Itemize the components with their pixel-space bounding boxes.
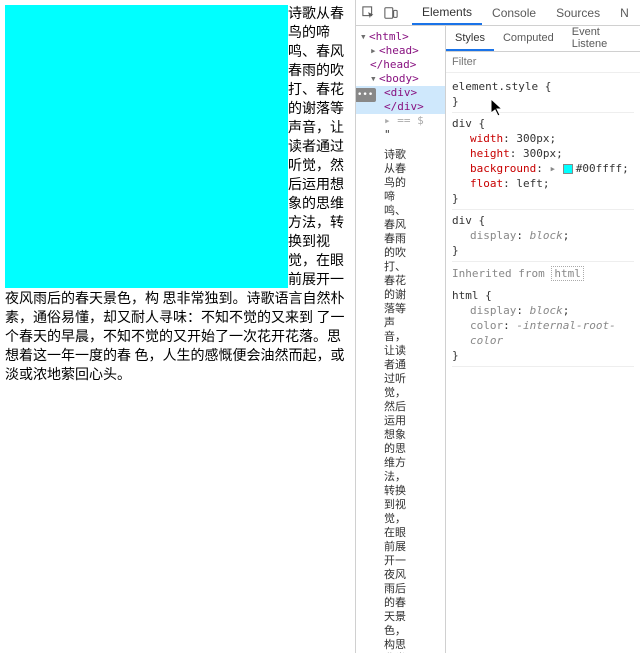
inherited-from: Inherited from html	[452, 262, 634, 285]
tab-elements[interactable]: Elements	[412, 0, 482, 25]
page-viewport: 诗歌从春鸟的啼鸣、春风春雨的吹打、春花的谢落等声音，让读者通过听觉，然后运用想象…	[0, 0, 355, 653]
tree-head-open[interactable]: <head>	[379, 44, 419, 57]
devtools-main-tabs: Elements Console Sources N	[412, 0, 639, 25]
tab-computed[interactable]: Computed	[494, 26, 563, 51]
styles-filter-input[interactable]	[446, 52, 640, 72]
inspect-icon[interactable]	[362, 5, 376, 21]
rule-div-local[interactable]: div { width: 300px; height: 300px; backg…	[452, 113, 634, 210]
tree-body[interactable]: <body>	[379, 72, 419, 85]
tab-event-listeners[interactable]: Event Listene	[563, 26, 640, 51]
tree-text-quote: "	[356, 128, 445, 142]
tree-html[interactable]: <html>	[369, 30, 409, 43]
tab-sources[interactable]: Sources	[546, 0, 610, 25]
styles-tabs: Styles Computed Event Listene	[446, 26, 640, 52]
tree-ellipsis-icon: •••	[356, 88, 376, 102]
tree-div-close[interactable]: </div>	[384, 100, 424, 113]
styles-rules: element.style { } div { width: 300px; he…	[446, 73, 640, 370]
elements-tree[interactable]: ▾<html> ▸<head> </head> ▾<body> ••• <div…	[356, 26, 446, 653]
devtools-toolbar: Elements Console Sources N	[356, 0, 640, 26]
devtools-body: ▾<html> ▸<head> </head> ▾<body> ••• <div…	[356, 26, 640, 653]
devtools-panel: Elements Console Sources N ▾<html> ▸<hea…	[355, 0, 640, 653]
styles-filter-row	[446, 52, 640, 73]
device-toggle-icon[interactable]	[384, 5, 398, 21]
styles-panel: Styles Computed Event Listene element.st…	[446, 26, 640, 653]
rule-element-style[interactable]: element.style { }	[452, 76, 634, 113]
cyan-div[interactable]	[5, 5, 288, 288]
color-swatch-icon[interactable]	[563, 164, 573, 174]
tree-div-open[interactable]: <div>	[384, 86, 417, 99]
tab-styles[interactable]: Styles	[446, 26, 494, 51]
tab-console[interactable]: Console	[482, 0, 546, 25]
tree-eq: ▸ == $	[356, 114, 445, 128]
rule-div-ua[interactable]: div { display: block; }	[452, 210, 634, 262]
tree-text-node[interactable]: 诗歌从春鸟的啼鸣、春风春雨的吹打、春花的谢落等声音，让读者通过听觉，然后运用想象…	[356, 148, 416, 653]
tab-more[interactable]: N	[610, 0, 639, 25]
rule-html-ua[interactable]: html { display: block; color: -internal-…	[452, 285, 634, 367]
inherited-link[interactable]: html	[551, 266, 584, 281]
tree-head-close[interactable]: </head>	[370, 58, 416, 71]
